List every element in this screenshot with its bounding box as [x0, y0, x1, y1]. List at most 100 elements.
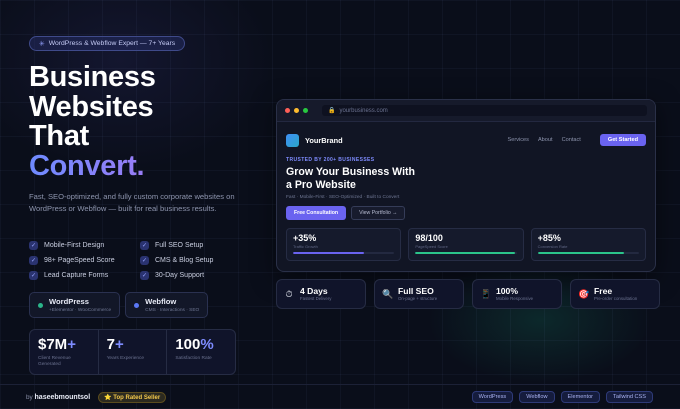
stat-experience: 7+ Years Experience — [99, 330, 168, 374]
mockup-hero: TRUSTED BY 200+ BUSINESSES Grow Your Bus… — [277, 155, 655, 220]
tag-tailwind: Tailwind CSS — [606, 391, 653, 403]
metric-bar — [537, 252, 639, 254]
feature-label: Lead Capture Forms — [44, 271, 109, 279]
author-name[interactable]: haseebmountsol — [35, 394, 91, 401]
stat-suffix: % — [200, 336, 214, 353]
feature-item: ✓ Lead Capture Forms — [29, 270, 128, 280]
sparkle-icon: ✳ — [38, 40, 45, 48]
tag-webflow: Webflow — [519, 391, 555, 403]
feature-label: 30-Day Support — [155, 271, 205, 279]
feature-label: Full SEO Setup — [155, 241, 204, 249]
footer-by-label: by — [26, 394, 33, 401]
highlight-pills: ⏱ 4 Days Fastest Delivery 🔍 Full SEO On-pa… — [276, 279, 660, 309]
stat-value: 7 — [106, 336, 116, 353]
pill-mobile: 📱 100% Mobile Responsive — [472, 279, 562, 309]
check-icon: ✓ — [29, 255, 38, 265]
stat-suffix: + — [115, 336, 124, 353]
mockup-navbar: YourBrand Services About Contact Get Sta… — [277, 125, 655, 155]
wordpress-dot-icon — [38, 302, 43, 308]
metric-value: +85% — [537, 233, 561, 243]
pill-seo: 🔍 Full SEO On-page + structure — [374, 279, 464, 309]
feature-item: ✓ CMS & Blog Setup — [140, 255, 239, 265]
metric-bar — [293, 252, 395, 254]
pill-label: On-page + structure — [398, 296, 438, 301]
metric-conversion: +85% Conversion Rate — [530, 228, 646, 261]
maximize-dot-icon — [302, 108, 308, 113]
metric-bar-fill — [415, 252, 515, 254]
mockup-nav-contact[interactable]: Contact — [562, 137, 581, 143]
mockup-nav-services[interactable]: Services — [507, 137, 528, 143]
stats-panel: $7M+ Client Revenue Generated 7+ Years E… — [29, 329, 236, 375]
stat-label: Satisfaction Rate — [175, 356, 212, 361]
platform-name: WordPress — [49, 297, 89, 306]
stat-value: $7M — [38, 336, 68, 353]
mockup-portfolio-button[interactable]: View Portfolio → — [351, 206, 406, 220]
experience-badge: ✳ WordPress & Webflow Expert — 7+ Years — [29, 36, 185, 51]
mockup-consultation-button[interactable]: Free Consultation — [286, 206, 347, 220]
metric-pagespeed: 98/100 PageSpeed Score — [408, 228, 524, 261]
browser-mockup: 🔒 yourbusiness.com YourBrand Services Ab… — [276, 99, 656, 272]
stat-revenue: $7M+ Client Revenue Generated — [30, 330, 99, 374]
feature-item: ✓ 98+ PageSpeed Score — [29, 255, 128, 265]
top-rated-seller-badge: ⭐ Top Rated Seller — [98, 392, 167, 403]
hero-description: Fast, SEO-optimized, and fully custom co… — [29, 192, 235, 214]
stat-satisfaction: 100% Satisfaction Rate — [167, 330, 235, 374]
browser-toolbar: 🔒 yourbusiness.com — [277, 100, 655, 122]
hero-title-line-3: That — [29, 120, 90, 152]
minimize-dot-icon — [293, 108, 299, 113]
metric-value: +35% — [293, 233, 317, 243]
check-icon: ✓ — [140, 270, 149, 280]
webflow-dot-icon — [134, 302, 140, 308]
pill-label: Fastest Delivery — [300, 296, 332, 301]
pill-consultation: 🎯 Free Pre-order consultation — [570, 279, 660, 309]
check-icon: ✓ — [140, 240, 149, 250]
metric-bar-fill — [293, 252, 364, 254]
metric-label: PageSpeed Score — [415, 244, 448, 249]
metric-label: Conversion Rate — [537, 244, 568, 249]
feature-item: ✓ Mobile-First Design — [29, 240, 128, 250]
pill-value: Free — [594, 286, 613, 296]
lock-icon: 🔒 — [327, 108, 336, 114]
stat-label: Client Revenue Generated — [38, 356, 71, 367]
mockup-get-started-button[interactable]: Get Started — [599, 134, 646, 146]
tech-tags: WordPress Webflow Elementor Tailwind CSS — [471, 391, 653, 403]
hero-title-line-1: Business — [29, 61, 156, 93]
check-icon: ✓ — [29, 240, 38, 250]
experience-badge-label: WordPress & Webflow Expert — 7+ Years — [48, 40, 176, 47]
check-icon: ✓ — [140, 255, 149, 265]
hero-title-accent: Convert. — [29, 151, 156, 182]
mockup-brand: YourBrand — [305, 135, 343, 145]
mockup-nav-links: Services About Contact — [507, 137, 580, 143]
tag-wordpress: WordPress — [471, 391, 514, 403]
browser-address-bar[interactable]: 🔒 yourbusiness.com — [321, 105, 647, 116]
feature-label: Mobile-First Design — [44, 241, 105, 249]
mobile-icon: 📱 — [480, 288, 492, 299]
footer-divider — [0, 384, 680, 385]
feature-label: CMS & Blog Setup — [155, 256, 214, 264]
platform-sub: +Elementor · WooCommerce — [49, 308, 112, 313]
mockup-subtitle: Fast · Mobile-First · SEO-Optimized · Bu… — [286, 195, 400, 200]
metric-bar — [415, 252, 517, 254]
target-icon: 🎯 — [578, 288, 590, 299]
stat-label: Years Experience — [106, 356, 145, 361]
stat-suffix: + — [67, 336, 76, 353]
mockup-headline: Grow Your Business With a Pro Website — [286, 166, 416, 191]
metric-bar-fill — [537, 252, 624, 254]
mockup-metrics: +35% Traffic Growth 98/100 PageSpeed Sco… — [277, 228, 655, 261]
metric-traffic: +35% Traffic Growth — [286, 228, 402, 261]
footer-author: by haseebmountsol ⭐ Top Rated Seller — [26, 392, 167, 403]
platform-card-webflow: Webflow CMS · Interactions · SEO — [125, 292, 209, 318]
feature-list: ✓ Mobile-First Design ✓ Full SEO Setup ✓ 98… — [29, 240, 239, 280]
pill-delivery: ⏱ 4 Days Fastest Delivery — [276, 279, 366, 309]
close-dot-icon — [285, 108, 290, 113]
hero-title-line-2: Websites — [29, 90, 154, 123]
platform-sub: CMS · Interactions · SEO — [145, 308, 200, 313]
check-icon: ✓ — [29, 270, 38, 280]
pill-label: Pre-order consultation — [594, 296, 638, 301]
brand-logo-icon — [286, 133, 299, 147]
mockup-trust-label: TRUSTED BY 200+ BUSINESSES — [286, 157, 375, 163]
hero-title: Business Websites That Convert. — [29, 61, 156, 182]
mockup-nav-about[interactable]: About — [538, 137, 553, 143]
stat-value: 100 — [175, 336, 201, 353]
pill-value: 100% — [496, 286, 518, 296]
